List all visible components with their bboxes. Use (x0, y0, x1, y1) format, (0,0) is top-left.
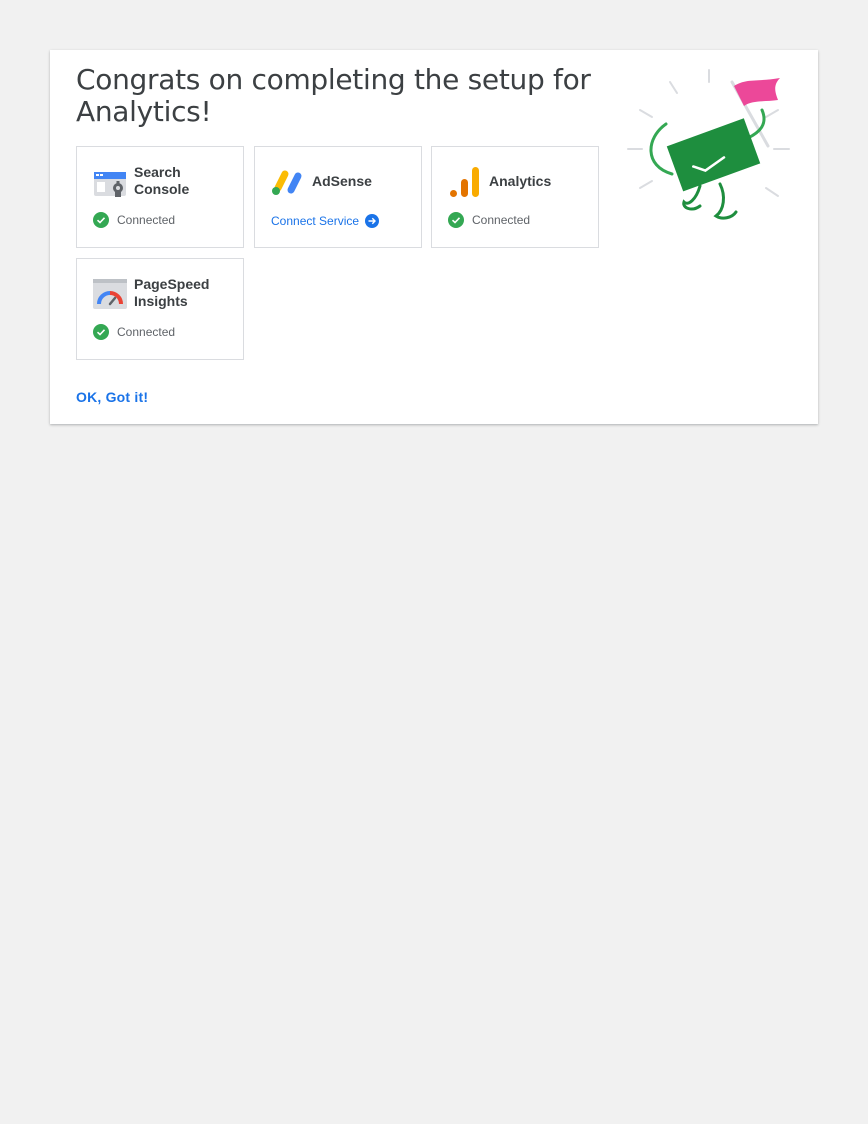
check-circle-icon (448, 212, 464, 228)
page-title: Congrats on completing the setup for Ana… (76, 63, 591, 128)
service-name: Search Console (134, 164, 190, 197)
pagespeed-insights-icon (93, 277, 127, 311)
connect-service-label: Connect Service (271, 214, 360, 228)
status-text: Connected (117, 213, 176, 227)
status-text: Connected (117, 325, 176, 339)
connect-service-link[interactable]: Connect Service (271, 214, 380, 228)
celebration-illustration (626, 66, 792, 226)
service-card-analytics: Analytics Connected (431, 146, 599, 248)
service-name: Analytics (489, 173, 552, 189)
setup-complete-panel: Congrats on completing the setup for Ana… (50, 50, 818, 424)
check-circle-icon (93, 212, 109, 228)
flag-icon (734, 78, 780, 106)
service-card-pagespeed-insights: PageSpeed Insights Connected (76, 258, 244, 360)
service-name: PageSpeed Insights (134, 276, 210, 309)
service-card-search-console: Search Console Connected (76, 146, 244, 248)
arrow-right-circle-icon (365, 214, 380, 228)
ok-got-it-button[interactable]: OK, Got it! (76, 389, 148, 405)
adsense-icon (271, 165, 305, 199)
status-connected: Connected (448, 212, 530, 228)
status-connected: Connected (93, 212, 175, 228)
check-circle-icon (93, 324, 109, 340)
status-connected: Connected (93, 324, 175, 340)
service-name: AdSense (312, 173, 372, 189)
service-card-adsense: AdSense Connect Service (254, 146, 422, 248)
search-console-icon (93, 165, 127, 199)
status-text: Connected (472, 213, 531, 227)
analytics-icon (448, 165, 482, 199)
